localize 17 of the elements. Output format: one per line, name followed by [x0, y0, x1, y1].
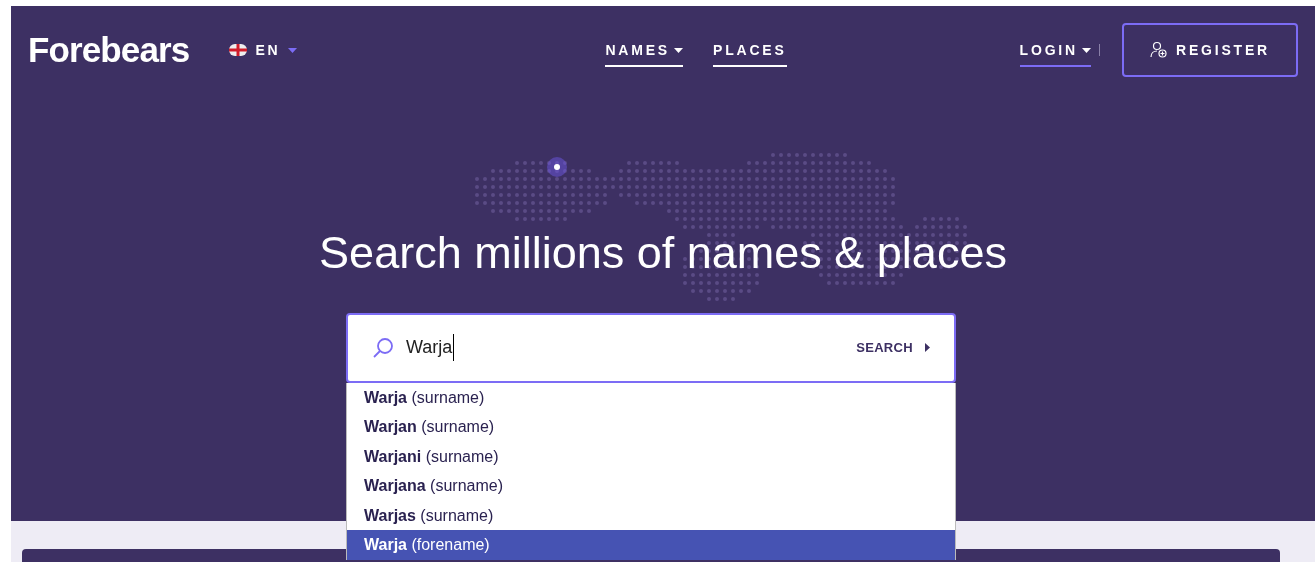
logo[interactable]: Forebears	[28, 23, 190, 77]
nav-link[interactable]: PLACES	[713, 39, 787, 67]
search-button[interactable]: SEARCH	[856, 337, 930, 358]
caret-icon	[925, 343, 930, 352]
language-selector[interactable]: EN	[229, 39, 298, 61]
add-user-icon	[1149, 41, 1168, 59]
search-input[interactable]: Warja	[406, 334, 455, 361]
headline: Search millions of names & places	[318, 226, 1008, 280]
caret-icon	[288, 47, 298, 53]
search-icon	[372, 336, 394, 359]
flag-icon	[229, 44, 248, 56]
nav-link[interactable]: NAMES	[605, 39, 683, 67]
caret-icon	[1081, 47, 1091, 53]
suggestion-item[interactable]: Warja (forename)	[347, 530, 955, 560]
register-button[interactable]: REGISTER	[1121, 23, 1298, 77]
login-link[interactable]: LOGIN	[1019, 39, 1091, 67]
search-field[interactable]: Warja SEARCH	[346, 312, 956, 383]
